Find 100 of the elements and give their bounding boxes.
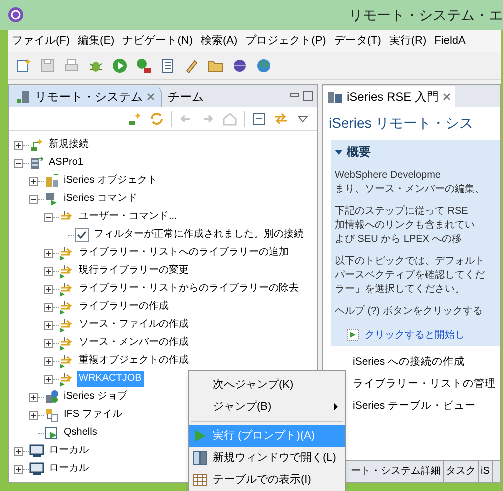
menu-item[interactable]: 検索(A) xyxy=(201,32,238,50)
expand-toggle[interactable] xyxy=(14,140,23,150)
menu-item[interactable]: ジャンプ(B) xyxy=(189,396,345,418)
sphere-icon[interactable] xyxy=(232,58,248,74)
tree-item[interactable]: iSeries コマンド xyxy=(62,191,140,207)
remote-system-icon xyxy=(15,88,31,104)
menu-item[interactable]: 編集(E) xyxy=(78,32,115,50)
menu-item[interactable]: 新規ウィンドウで開く(L) xyxy=(189,447,345,469)
command-icon xyxy=(59,335,75,351)
close-icon[interactable] xyxy=(443,92,452,100)
close-icon[interactable] xyxy=(147,92,155,100)
tree-item[interactable]: 現行ライブラリーの変更 xyxy=(77,263,191,279)
start-icon xyxy=(345,327,361,343)
tree-item[interactable]: iSeries オブジェクト xyxy=(62,173,160,189)
collapse-toggle[interactable] xyxy=(29,194,38,204)
topic-item[interactable]: iSeries への接続の作成 xyxy=(353,352,466,372)
new-file-icon[interactable] xyxy=(16,58,32,74)
tree-item[interactable]: ライブラリーの作成 xyxy=(77,299,171,315)
expand-toggle[interactable] xyxy=(29,392,38,402)
topic-item[interactable]: ライブラリー・リストの管理 xyxy=(353,374,496,394)
tree-item[interactable]: ローカル xyxy=(47,443,91,459)
play-icon xyxy=(192,428,208,444)
view-tab[interactable]: リモート・システム xyxy=(9,86,162,107)
menu-item[interactable]: 次へジャンプ(K) xyxy=(189,374,345,396)
objects-icon xyxy=(44,173,60,189)
monitor-icon xyxy=(29,443,45,459)
minimize-icon[interactable] xyxy=(290,93,299,97)
page-heading: iSeries リモート・シス xyxy=(328,114,475,133)
expand-toggle[interactable] xyxy=(14,464,23,474)
view-tab[interactable]: ート・システム詳細 xyxy=(349,461,444,482)
topic-item[interactable]: iSeries テーブル・ビュー xyxy=(353,396,476,416)
tree-item[interactable]: ソース・メンバーの作成 xyxy=(77,335,191,351)
command-icon xyxy=(59,263,75,279)
monitor-icon xyxy=(29,461,45,477)
menu-item[interactable]: テーブルでの表示(I) xyxy=(189,469,345,491)
section-title[interactable]: 概要 xyxy=(347,143,371,161)
view-tab[interactable]: タスク xyxy=(444,461,479,482)
file-tree-icon xyxy=(44,407,60,423)
expand-toggle[interactable] xyxy=(29,176,38,186)
checkmark-icon xyxy=(74,227,90,243)
tree-item[interactable]: IFS ファイル xyxy=(62,407,124,423)
expand-toggle[interactable] xyxy=(44,284,53,294)
tree-item[interactable]: ソース・ファイルの作成 xyxy=(77,317,191,333)
tree-item[interactable]: ユーザー・コマンド... xyxy=(77,209,180,225)
new-connection-icon[interactable] xyxy=(127,110,143,126)
tree-item[interactable]: ASPro1 xyxy=(47,155,86,171)
paragraph-line: まり、ソース・メンバーの編集、 xyxy=(335,183,485,197)
view-tab[interactable]: チーム xyxy=(162,86,210,107)
expand-toggle[interactable] xyxy=(44,248,53,258)
section-collapse-icon[interactable] xyxy=(335,148,343,156)
paragraph-line: ヘルプ (?) ボタンをクリックする xyxy=(335,305,483,319)
menu-item[interactable]: ナビゲート(N) xyxy=(122,32,193,50)
paragraph-line: WebSphere Developme xyxy=(335,169,441,183)
collapse-all-icon[interactable] xyxy=(251,110,267,126)
window-title: リモート・システム・エ xyxy=(349,6,503,24)
menu-item[interactable]: 実行(R) xyxy=(389,32,427,50)
tree-item[interactable]: ローカル xyxy=(47,461,91,477)
expand-toggle[interactable] xyxy=(44,356,53,366)
window-icon xyxy=(192,450,208,466)
run-icon[interactable] xyxy=(112,58,128,74)
command-icon xyxy=(59,299,75,315)
expand-toggle[interactable] xyxy=(44,374,53,384)
tree-item[interactable]: 新規接続 xyxy=(47,137,91,153)
paragraph-line: 加情報へのリンクも含まれてい xyxy=(335,219,475,233)
table-icon xyxy=(192,472,208,488)
start-link[interactable]: クリックすると開始し xyxy=(365,328,465,342)
jobs-icon xyxy=(44,389,60,405)
menu-item[interactable]: プロジェクト(P) xyxy=(246,32,326,50)
expand-toggle[interactable] xyxy=(14,446,23,456)
tree-item[interactable]: ライブラリー・リストからのライブラリーの除去 xyxy=(77,281,301,297)
collapse-toggle[interactable] xyxy=(14,158,23,168)
paragraph-line: 下記のステップに従って RSE xyxy=(335,205,468,219)
tree-item[interactable]: Qshells xyxy=(62,425,100,441)
menu-item[interactable]: データ(T) xyxy=(334,32,382,50)
expand-toggle[interactable] xyxy=(44,338,53,348)
expand-toggle[interactable] xyxy=(44,302,53,312)
run-tool-icon[interactable] xyxy=(136,58,152,74)
paragraph-line: ラー」を選択してください。 xyxy=(335,283,465,297)
globe-icon[interactable] xyxy=(256,58,272,74)
tree-item[interactable]: 重複オブジェクトの作成 xyxy=(77,353,191,369)
menu-item[interactable]: FieldA xyxy=(434,32,466,50)
server-icon xyxy=(29,155,45,171)
editor-tab[interactable]: iSeries RSE 入門 xyxy=(323,86,456,107)
tree-item[interactable]: ライブラリー・リストへのライブラリーの追加 xyxy=(77,245,291,261)
expand-toggle[interactable] xyxy=(44,266,53,276)
expand-toggle[interactable] xyxy=(29,410,38,420)
submenu-arrow-icon xyxy=(334,403,338,411)
maximize-icon[interactable] xyxy=(303,91,313,101)
view-tab[interactable]: iS xyxy=(479,461,493,482)
tree-item[interactable]: iSeries ジョブ xyxy=(62,389,130,405)
expand-toggle[interactable] xyxy=(44,320,53,330)
tree-item[interactable]: フィルターが正常に作成されました。別の接続 xyxy=(92,227,306,243)
collapse-toggle[interactable] xyxy=(44,212,53,222)
app-logo-icon xyxy=(8,7,24,23)
menu-item[interactable]: ファイル(F) xyxy=(12,32,70,50)
document-icon[interactable] xyxy=(160,58,176,74)
command-icon xyxy=(59,353,75,369)
pencil-icon[interactable] xyxy=(184,58,200,74)
command-icon xyxy=(59,317,75,333)
paragraph-line: パースペクティブを確認してくだ xyxy=(335,269,485,283)
